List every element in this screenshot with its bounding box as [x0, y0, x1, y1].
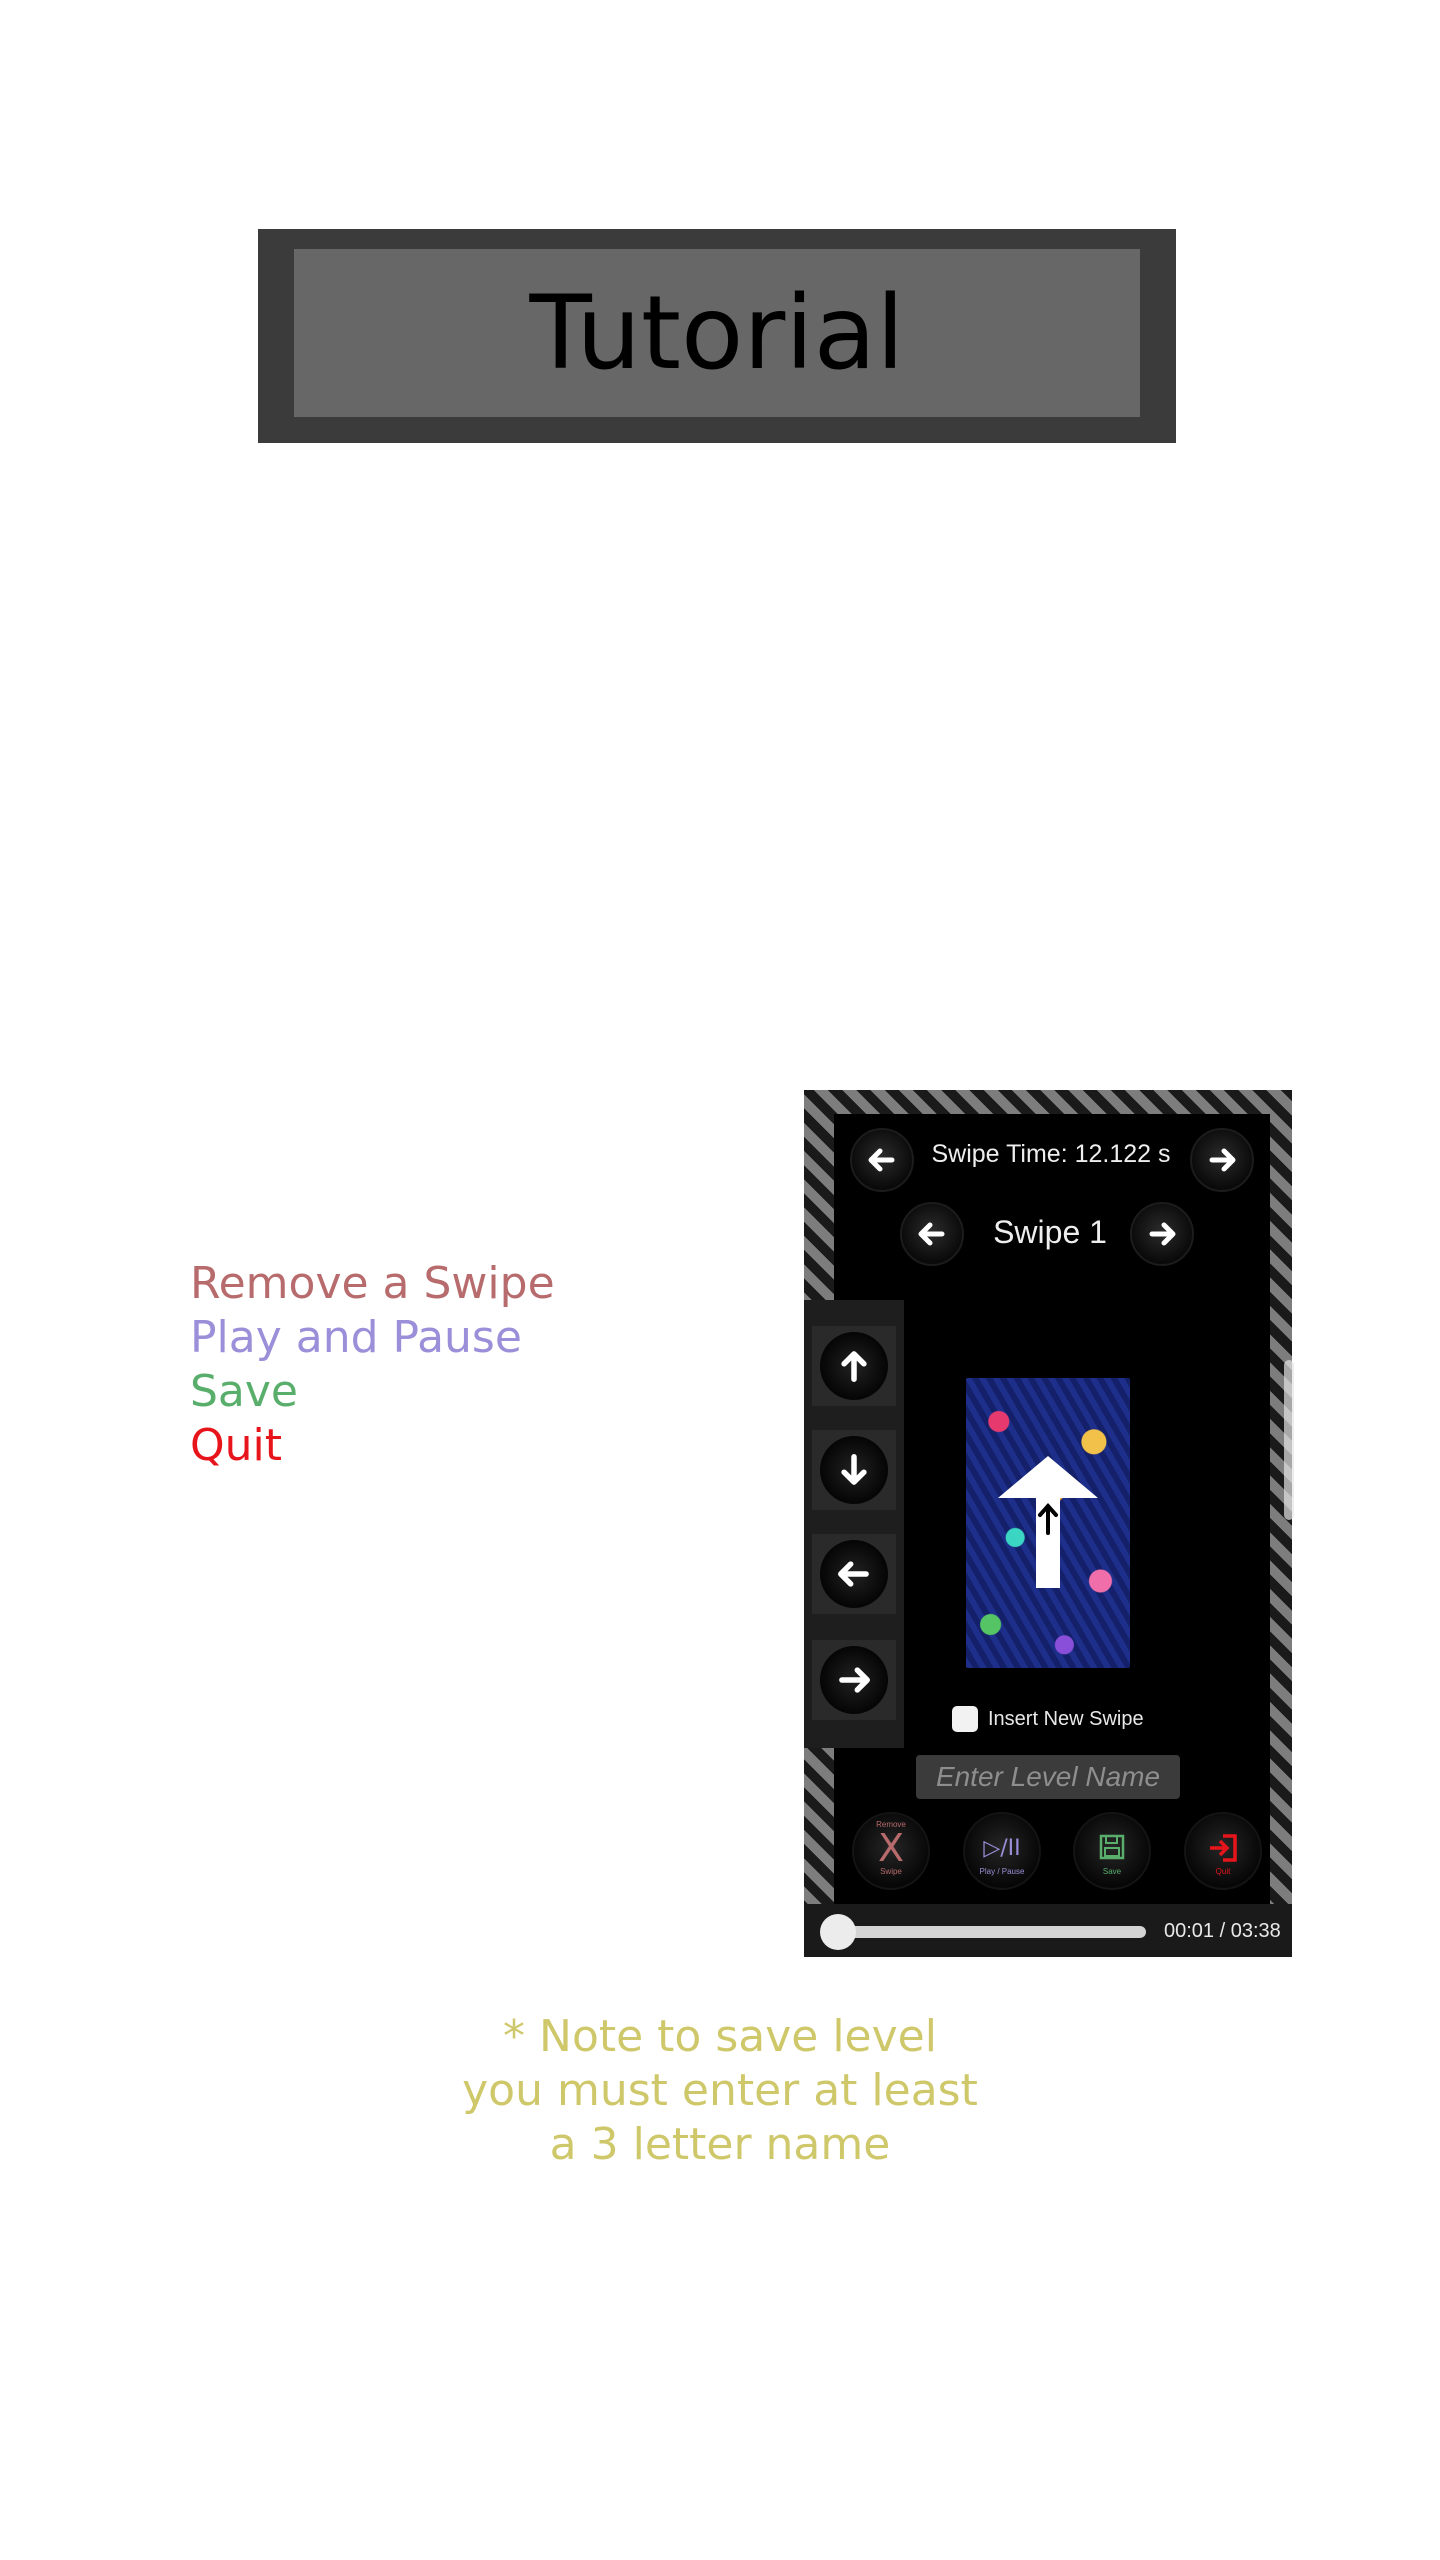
up-arrow-icon	[841, 1351, 867, 1382]
next-swipe-button[interactable]	[1130, 1202, 1194, 1266]
title-panel: Tutorial	[294, 249, 1140, 417]
direction-up-button[interactable]	[812, 1326, 896, 1406]
note-line-1: * Note to save level	[503, 2011, 937, 2062]
direction-down-button[interactable]	[812, 1430, 896, 1510]
remove-swipe-button[interactable]: Remove X Swipe	[852, 1812, 930, 1890]
legend-play-pause: Play and Pause	[190, 1312, 522, 1363]
video-seek-bar: 00:01 / 03:38	[804, 1904, 1292, 1957]
floppy-disk-icon	[1099, 1834, 1125, 1860]
save-floppy-icon	[1075, 1832, 1149, 1868]
left-arrow-icon	[918, 1222, 945, 1246]
exit-door-icon	[1210, 1834, 1237, 1862]
prev-time-button[interactable]	[850, 1128, 914, 1192]
note-line-3: a 3 letter name	[549, 2119, 891, 2170]
left-arrow-icon	[868, 1148, 895, 1172]
legend-quit: Quit	[190, 1420, 282, 1471]
swipe-up-arrow-icon	[998, 1456, 1098, 1588]
direction-right-button[interactable]	[812, 1640, 896, 1720]
level-name-input[interactable]	[916, 1755, 1180, 1799]
right-arrow-icon	[1149, 1222, 1176, 1246]
insert-new-swipe-label: Insert New Swipe	[988, 1708, 1144, 1730]
quit-exit-icon	[1186, 1832, 1260, 1868]
direction-left-button[interactable]	[812, 1534, 896, 1614]
prev-swipe-button[interactable]	[900, 1202, 964, 1266]
play-pause-icon: ▷/II	[983, 1836, 1021, 1861]
play-pause-button[interactable]: ▷/II Play / Pause	[963, 1812, 1041, 1890]
seek-handle[interactable]	[819, 1914, 856, 1950]
play-pause-caption: Play / Pause	[979, 1867, 1025, 1876]
next-time-button[interactable]	[1190, 1128, 1254, 1192]
save-button[interactable]: Save	[1073, 1812, 1151, 1890]
right-arrow-icon	[839, 1667, 870, 1693]
note-line-2: you must enter at least	[462, 2065, 978, 2116]
seek-track[interactable]	[830, 1926, 1146, 1938]
swipe-card[interactable]	[966, 1378, 1130, 1668]
swipe-number-label: Swipe 1	[993, 1214, 1107, 1250]
save-note: * Note to save level you must enter at l…	[420, 2010, 1020, 2172]
right-arrow-icon	[1209, 1148, 1236, 1172]
remove-x-icon: X	[877, 1826, 905, 1870]
save-caption: Save	[1102, 1867, 1122, 1876]
button-legend: Remove a Swipe Play and Pause Save Quit	[190, 1257, 555, 1473]
direction-panel	[804, 1300, 904, 1748]
playback-time: 00:01 / 03:38	[1164, 1920, 1281, 1942]
title-banner: Tutorial	[258, 229, 1176, 443]
screen-edge-highlight	[1284, 1360, 1294, 1520]
legend-remove-swipe: Remove a Swipe	[190, 1258, 555, 1309]
swipe-time-label: Swipe Time: 12.122 s	[931, 1140, 1171, 1168]
left-arrow-icon	[838, 1561, 869, 1587]
down-arrow-icon	[841, 1454, 867, 1485]
insert-new-swipe-checkbox[interactable]	[952, 1706, 978, 1732]
legend-save: Save	[190, 1366, 299, 1417]
page-title: Tutorial	[529, 273, 905, 393]
quit-caption: Quit	[1215, 1867, 1231, 1876]
remove-button-caption: Swipe	[880, 1867, 902, 1876]
quit-button[interactable]: Quit	[1184, 1812, 1262, 1890]
